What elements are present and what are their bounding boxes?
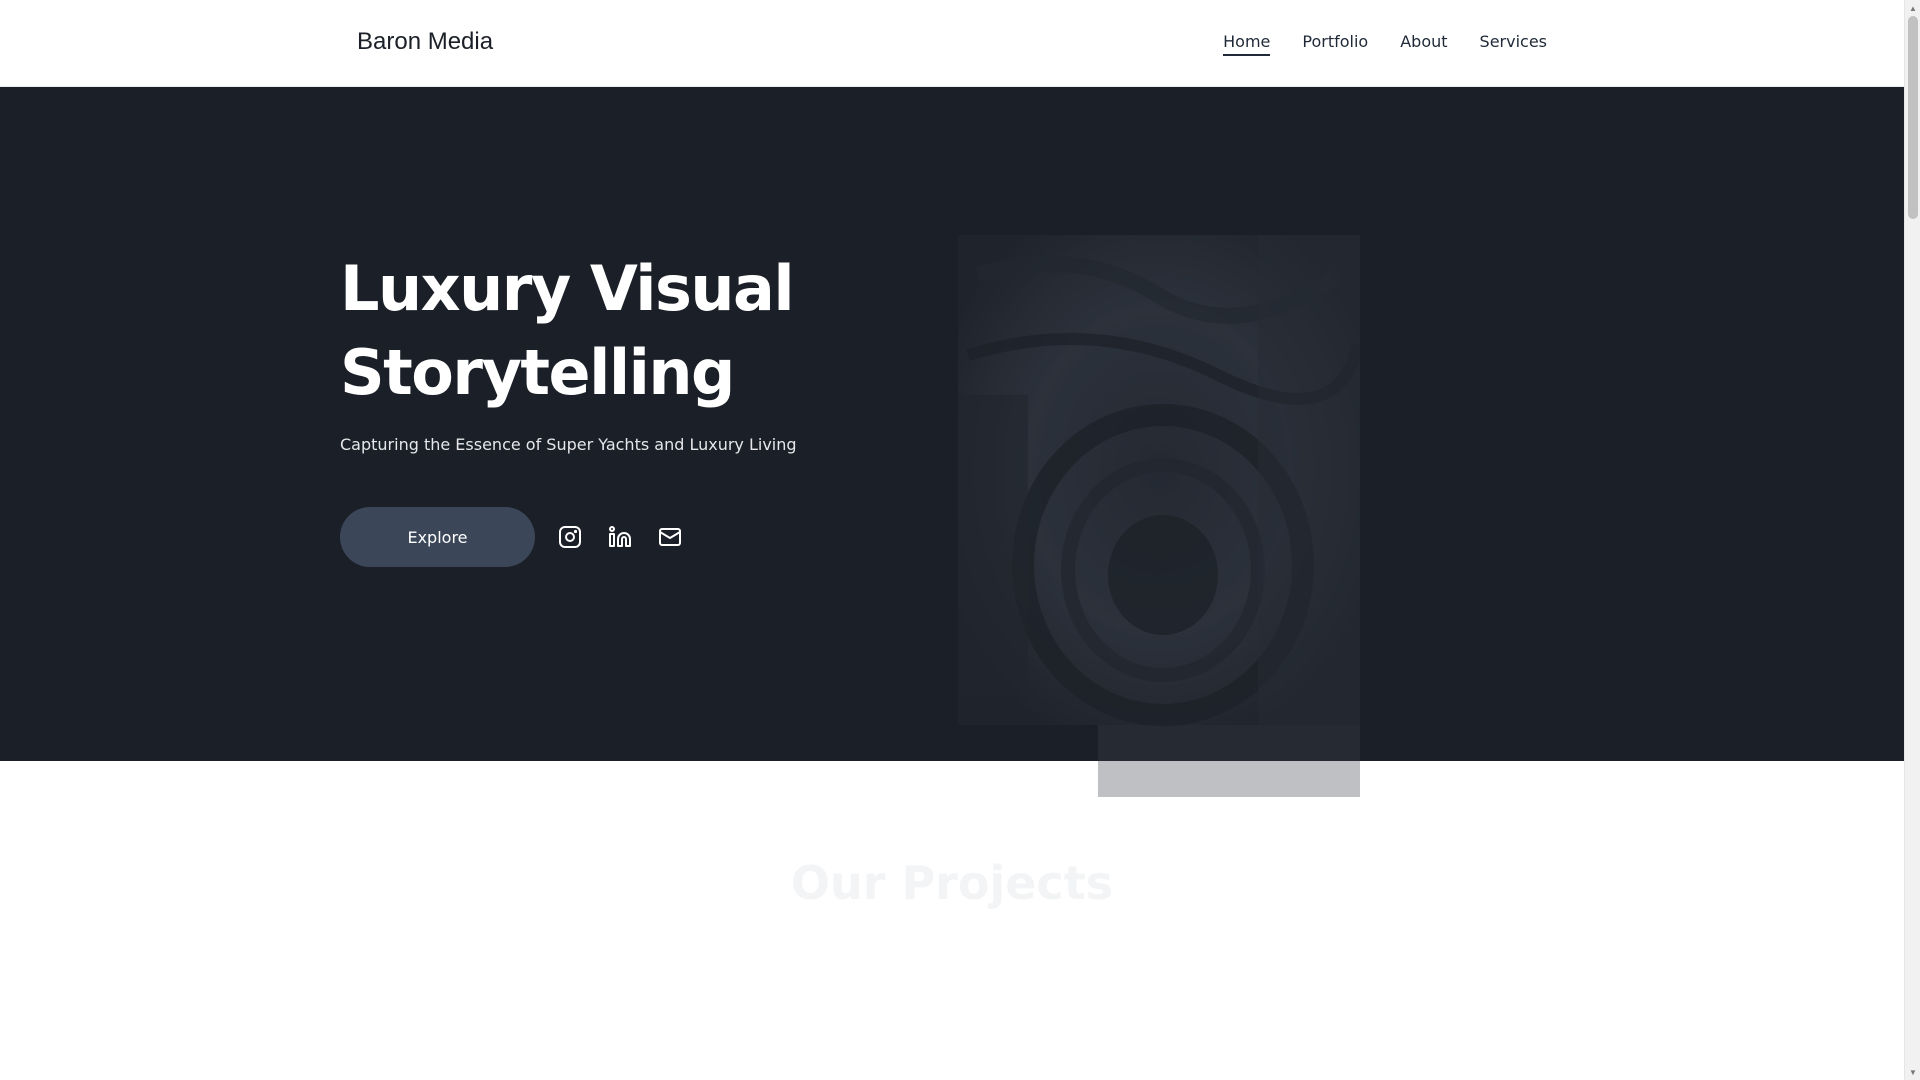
scroll-down-arrow-icon[interactable]: ▼ xyxy=(1905,1064,1920,1080)
hero-title: Luxury Visual Storytelling xyxy=(340,247,960,415)
instagram-icon[interactable] xyxy=(556,523,584,551)
hero-image xyxy=(958,235,1360,797)
linkedin-icon[interactable] xyxy=(606,523,634,551)
page: Baron Media Home Portfolio About Service… xyxy=(0,0,1904,1080)
explore-button[interactable]: Explore xyxy=(340,507,535,567)
hero-subtitle: Capturing the Essence of Super Yachts an… xyxy=(340,435,797,454)
brand-logo[interactable]: Baron Media xyxy=(357,28,493,56)
nav-portfolio[interactable]: Portfolio xyxy=(1302,32,1368,56)
nav-home[interactable]: Home xyxy=(1223,32,1271,56)
nav-services[interactable]: Services xyxy=(1480,32,1547,56)
hero-title-line1: Luxury Visual xyxy=(340,252,795,325)
main-nav: Home Portfolio About Services xyxy=(1223,32,1547,56)
projects-title: Our Projects xyxy=(790,856,1114,910)
hero-section: Luxury Visual Storytelling Capturing the… xyxy=(0,87,1904,797)
site-header: Baron Media Home Portfolio About Service… xyxy=(0,0,1904,87)
scrollbar-thumb[interactable] xyxy=(1908,16,1918,219)
hero-title-line2: Storytelling xyxy=(340,336,735,409)
nav-about[interactable]: About xyxy=(1400,32,1447,56)
vertical-scrollbar[interactable]: ▲ ▼ xyxy=(1904,0,1920,1080)
scroll-up-arrow-icon[interactable]: ▲ xyxy=(1905,0,1920,16)
mail-icon[interactable] xyxy=(656,523,684,551)
